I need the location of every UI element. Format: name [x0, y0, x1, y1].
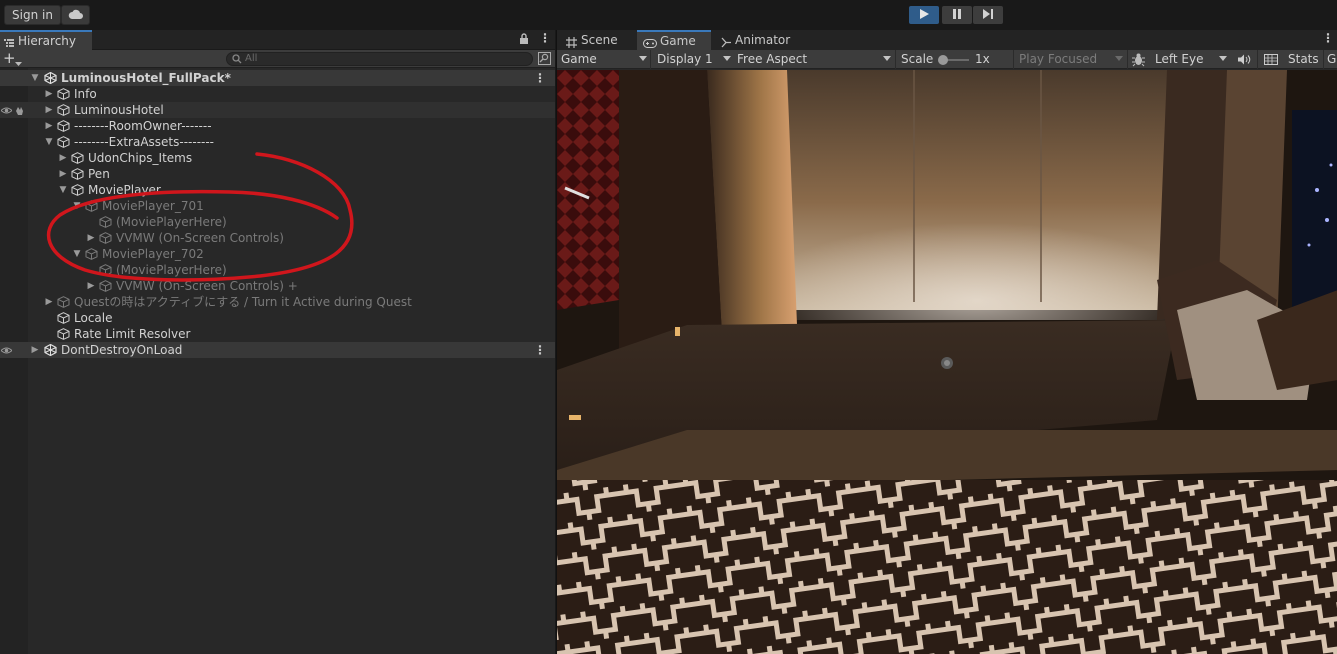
tab-scene-label: Scene	[581, 33, 618, 47]
stats-button[interactable]: Stats	[1288, 50, 1319, 69]
game-scene-render	[557, 70, 1337, 654]
toolbar-divider	[1257, 50, 1258, 69]
aspect-label: Free Aspect	[737, 52, 808, 66]
game-panel: Scene Game Animator ⋮ Game Display 1 Fre…	[556, 30, 1337, 654]
toolbar-divider	[1127, 50, 1128, 69]
tab-animator-label: Animator	[735, 33, 791, 47]
toolbar-divider	[895, 50, 896, 69]
tab-animator[interactable]: Animator	[717, 30, 807, 50]
tab-game-label: Game	[660, 34, 696, 48]
chevron-down-icon	[883, 56, 891, 61]
eye-icon[interactable]	[0, 344, 13, 360]
panel-menu-icon[interactable]: ⋮	[1322, 31, 1334, 45]
view-label: Game	[561, 52, 597, 66]
game-tabstrip: Scene Game Animator ⋮	[557, 30, 1337, 50]
scale-slider[interactable]	[938, 55, 969, 65]
tab-game[interactable]: Game	[637, 30, 711, 50]
scale-slider-thumb[interactable]	[938, 55, 948, 65]
tab-scene[interactable]: Scene	[557, 30, 637, 50]
game-viewport[interactable]	[557, 70, 1337, 654]
pause-button[interactable]	[942, 6, 972, 24]
view-dropdown[interactable]: Game	[561, 50, 647, 69]
audio-icon[interactable]	[1238, 54, 1251, 68]
chevron-down-icon	[639, 56, 647, 61]
play-mode-dropdown[interactable]: Play Focused	[1019, 50, 1123, 69]
red-annotation-circle	[46, 152, 354, 282]
eye-label: Left Eye	[1155, 52, 1204, 66]
cloud-icon	[68, 8, 84, 22]
chevron-down-icon	[1219, 56, 1227, 61]
gizmos-button[interactable]: G	[1327, 50, 1336, 69]
display-label: Display 1	[657, 52, 713, 66]
step-icon	[982, 8, 994, 22]
toolbar-divider	[1013, 50, 1014, 69]
hierarchy-panel: Hierarchy ⋮ + All ▼ LuminousHotel_FullPa…	[0, 30, 555, 654]
play-icon	[919, 8, 929, 22]
pause-icon	[952, 8, 962, 22]
toolbar-divider	[650, 50, 651, 69]
expand-arrow-icon[interactable]: ▶	[30, 342, 40, 358]
step-button[interactable]	[973, 6, 1003, 24]
scene-name: DontDestroyOnLoad	[61, 343, 183, 357]
unity-scene-icon	[44, 343, 57, 357]
chevron-down-icon	[723, 56, 731, 61]
play-mode-label: Play Focused	[1019, 52, 1098, 66]
aspect-dropdown[interactable]: Free Aspect	[737, 50, 891, 69]
scene-menu-icon[interactable]: ⋮	[534, 342, 546, 358]
resolution-icon[interactable]	[1264, 54, 1278, 68]
dont-destroy-scene-row[interactable]: ▶ DontDestroyOnLoad ⋮	[0, 342, 555, 358]
display-dropdown[interactable]: Display 1	[657, 50, 731, 69]
main-toolbar: Sign in	[0, 0, 1337, 30]
game-toolbar: Game Display 1 Free Aspect Scale 1x Play…	[557, 50, 1337, 69]
scale-value: 1x	[975, 52, 990, 66]
chevron-down-icon	[1115, 56, 1123, 61]
play-button[interactable]	[909, 6, 939, 24]
bug-icon[interactable]	[1131, 52, 1146, 70]
cloud-button[interactable]	[61, 5, 90, 25]
eye-dropdown[interactable]: Left Eye	[1155, 50, 1227, 69]
sign-in-button[interactable]: Sign in	[4, 5, 61, 25]
scale-label: Scale	[901, 52, 934, 66]
toolbar-divider	[1323, 50, 1324, 69]
